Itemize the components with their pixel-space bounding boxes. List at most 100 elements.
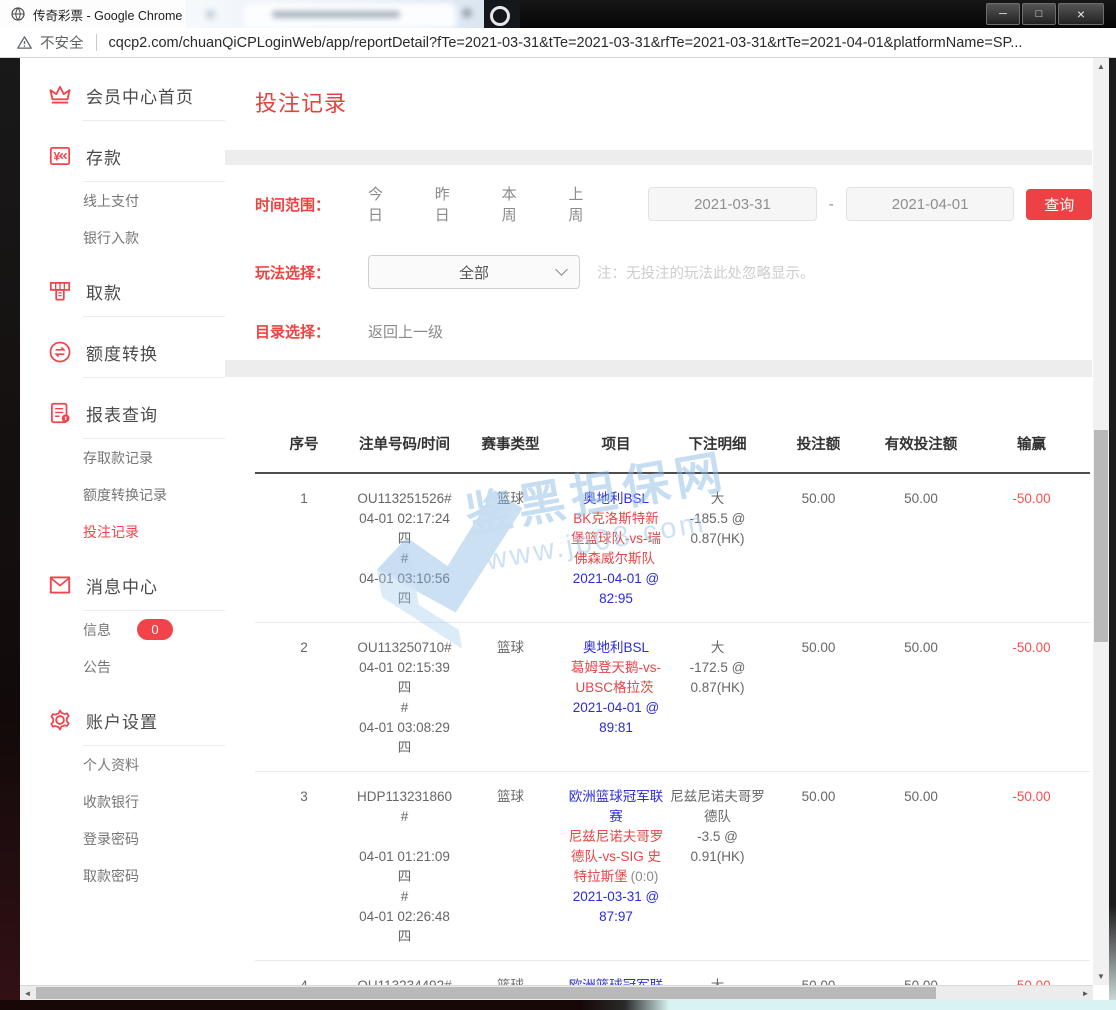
search-button[interactable]: 查询	[1026, 189, 1092, 220]
order-number-cell: OU113250710#04-01 02:15:39 四#04-01 03:08…	[353, 623, 456, 772]
maximize-button[interactable]: □	[1022, 3, 1056, 25]
column-header: 注单号码/时间	[353, 377, 456, 473]
sidebar-item-label: 会员中心首页	[86, 83, 194, 108]
sidebar-subitem-bet-records[interactable]: 投注记录	[20, 513, 225, 550]
bet-table-body: 1 OU113251526#04-01 02:17:24 四#04-01 03:…	[255, 473, 1090, 985]
sport-type: 篮球	[458, 489, 563, 509]
column-header: 有效投注额	[869, 377, 973, 473]
league-name: 欧洲篮球冠军联赛	[567, 976, 665, 985]
bet-detail-cell: 尼兹尼诺夫哥罗德队-3.5 @ 0.91(HK)	[667, 772, 768, 961]
horizontal-scrollbar[interactable]: ◄ ►	[20, 985, 1093, 1000]
row-index: 3	[257, 787, 351, 807]
address-separator	[96, 34, 97, 51]
sidebar-item-withdraw[interactable]: 取款	[20, 266, 225, 316]
order-line: OU113234492#	[355, 976, 454, 985]
date-from-input[interactable]: 2021-03-31	[648, 187, 817, 221]
sidebar-item-message-center[interactable]: 消息中心	[20, 560, 225, 610]
bet-table-panel: 序号 注单号码/时间 赛事类型 项目 下注明细 投注额 有效投注额 输赢 1 O…	[225, 377, 1092, 985]
address-bar[interactable]: 不安全 cqcp2.com/chuanQiCPLoginWeb/app/repo…	[0, 28, 1116, 58]
bet-amount-cell: 50.00	[768, 473, 869, 623]
mail-icon	[47, 572, 73, 598]
column-header: 项目	[565, 377, 667, 473]
row-index: 1	[257, 489, 351, 509]
vertical-scrollbar[interactable]: ▲ ▼	[1093, 58, 1109, 985]
quick-link-today[interactable]: 今日	[368, 183, 398, 225]
filter-panel: 时间范围： 今日 昨日 本周 上周 2021-03-31 - 2021-04-0…	[225, 165, 1092, 360]
scroll-down-arrow-icon[interactable]: ▼	[1093, 968, 1109, 985]
play-type-select[interactable]: 全部	[368, 255, 580, 289]
sidebar-subitem-bank-deposit[interactable]: 银行入款	[20, 219, 225, 256]
url-text: cqcp2.com/chuanQiCPLoginWeb/app/reportDe…	[109, 35, 1023, 51]
order-number-cell: OU113234492#04-01 01:27:25 四#04-01 02:26…	[353, 961, 456, 986]
detail-line: 尼兹尼诺夫哥罗德队	[669, 787, 766, 827]
row-index: 2	[257, 638, 351, 658]
order-line: #	[355, 698, 454, 718]
sport-type-cell: 篮球	[456, 772, 565, 961]
sidebar-item-label: 消息中心	[86, 573, 158, 598]
window-controls: ─ □ ×	[984, 3, 1104, 25]
order-line	[355, 827, 454, 847]
detail-line: 大	[669, 489, 766, 509]
minimize-button[interactable]: ─	[986, 3, 1020, 25]
minimize-icon: ─	[999, 9, 1007, 20]
scroll-right-arrow-icon[interactable]: ►	[1078, 986, 1093, 1000]
sidebar-subitem-profile[interactable]: 个人资料	[20, 746, 225, 783]
back-up-level-link[interactable]: 返回上一级	[368, 321, 443, 342]
quick-link-this-week[interactable]: 本周	[502, 183, 532, 225]
browser-window: 传奇彩票 - Google Chrome ─ □ × 不安全 cqcp2.com…	[0, 0, 1116, 1010]
main-content: 投注记录 时间范围： 今日 昨日 本周 上周 2021-03-31 - 2021…	[225, 58, 1092, 985]
winloss-value: -50.00	[1012, 978, 1050, 985]
league-name: 奥地利BSL	[567, 638, 665, 658]
sidebar-subitem-withdraw-password[interactable]: 取款密码	[20, 857, 225, 894]
table-header-row: 序号 注单号码/时间 赛事类型 项目 下注明细 投注额 有效投注额 输赢	[255, 377, 1090, 473]
sport-type: 篮球	[458, 638, 563, 658]
date-range-label: 时间范围：	[255, 194, 368, 215]
scroll-up-arrow-icon[interactable]: ▲	[1093, 58, 1109, 75]
date-to-input[interactable]: 2021-04-01	[846, 187, 1015, 221]
winloss-cell: -50.00	[973, 772, 1090, 961]
vertical-scrollbar-thumb[interactable]	[1094, 430, 1108, 642]
column-header: 投注额	[768, 377, 869, 473]
sidebar-item-reports[interactable]: 报表查询	[20, 388, 225, 438]
order-number-cell: OU113251526#04-01 02:17:24 四#04-01 03:10…	[353, 473, 456, 623]
bet-detail-cell: 大-184.5 @ 0.82(HK)	[667, 961, 768, 986]
sidebar-subitem-announcements[interactable]: 公告	[20, 648, 225, 685]
sport-type: 篮球	[458, 787, 563, 807]
horizontal-scrollbar-thumb[interactable]	[36, 987, 936, 999]
sidebar: 会员中心首页 ¥ 存款 线上支付 银行入款 取款	[20, 58, 225, 985]
order-line: 04-01 02:15:39 四	[355, 658, 454, 698]
order-line: 04-01 03:10:56 四	[355, 569, 454, 609]
sidebar-item-home[interactable]: 会员中心首页	[20, 70, 225, 120]
date-range-dash: -	[829, 196, 834, 213]
sidebar-item-account-settings[interactable]: 账户设置	[20, 695, 225, 745]
sport-type-cell: 篮球	[456, 623, 565, 772]
sidebar-subitem-online-pay[interactable]: 线上支付	[20, 182, 225, 219]
column-header: 赛事类型	[456, 377, 565, 473]
quick-link-last-week[interactable]: 上周	[568, 183, 598, 225]
winloss-value: -50.00	[1012, 491, 1050, 506]
sidebar-subitem-login-password[interactable]: 登录密码	[20, 820, 225, 857]
winloss-value: -50.00	[1012, 640, 1050, 655]
deposit-icon: ¥	[47, 143, 73, 169]
winloss-value: -50.00	[1012, 789, 1050, 804]
sidebar-subitem-receiving-bank[interactable]: 收款银行	[20, 783, 225, 820]
background-window	[186, 0, 520, 28]
table-row: 3 HDP113231860#04-01 01:21:09 四#04-01 02…	[255, 772, 1090, 961]
project-cell: 欧洲篮球冠军联赛 尼兹尼诺夫哥罗德队-vs-SIG 史特拉斯堡 2021-03-…	[565, 961, 667, 986]
sidebar-subitem-messages[interactable]: 信息 0	[20, 611, 225, 648]
sidebar-item-deposit[interactable]: ¥ 存款	[20, 131, 225, 181]
winloss-cell: -50.00	[973, 623, 1090, 772]
sidebar-subitem-deposit-withdraw-records[interactable]: 存取款记录	[20, 439, 225, 476]
close-button[interactable]: ×	[1058, 3, 1104, 25]
valid-amount-cell: 50.00	[869, 473, 973, 623]
close-icon: ×	[1077, 7, 1085, 21]
scroll-left-arrow-icon[interactable]: ◄	[20, 986, 35, 1000]
sidebar-item-quota-transfer[interactable]: 额度转换	[20, 327, 225, 377]
column-header: 下注明细	[667, 377, 768, 473]
order-line: #	[355, 549, 454, 569]
match-name: BK克洛斯特新堡篮球队-vs-瑞佛森威尔斯队	[571, 511, 661, 566]
play-type-label: 玩法选择：	[255, 262, 368, 283]
directory-label: 目录选择：	[255, 321, 368, 342]
sidebar-subitem-quota-transfer-records[interactable]: 额度转换记录	[20, 476, 225, 513]
quick-link-yesterday[interactable]: 昨日	[435, 183, 465, 225]
